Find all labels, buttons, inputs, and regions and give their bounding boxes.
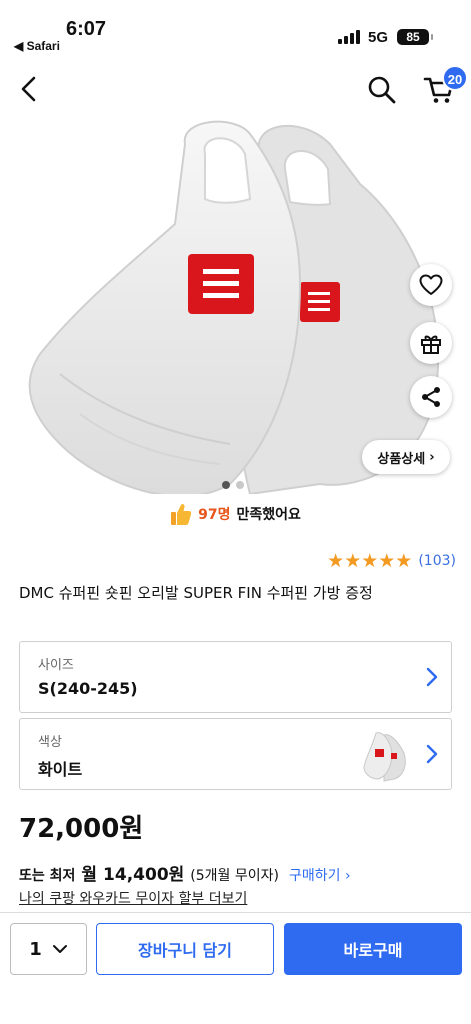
share-button[interactable] xyxy=(410,376,452,418)
back-to-safari-link[interactable]: ◀ Safari xyxy=(14,39,60,53)
color-thumbnail xyxy=(363,732,406,782)
product-price: 72,000원 xyxy=(19,814,144,844)
color-value: 화이트 xyxy=(38,760,83,779)
chevron-right-icon xyxy=(426,744,438,764)
chevron-down-icon xyxy=(52,945,67,953)
heart-icon xyxy=(419,274,443,295)
installment-prefix: 또는 최저 xyxy=(19,868,76,884)
quantity-value: 1 xyxy=(29,938,42,960)
wishlist-heart-button[interactable] xyxy=(410,264,452,306)
gift-icon xyxy=(421,335,441,354)
buy-now-button[interactable]: 바로구매 xyxy=(284,923,462,975)
product-rating[interactable]: ★★★★★ (103) xyxy=(327,551,456,571)
gift-button[interactable] xyxy=(410,322,452,364)
quantity-select[interactable]: 1 xyxy=(10,923,87,975)
battery-icon: 85 xyxy=(397,29,433,45)
installment-info: 또는 최저 월 14,400원 (5개월 무이자) 구매하기 › xyxy=(19,860,351,885)
chevron-right-icon xyxy=(426,667,438,687)
review-count-link[interactable]: (103) xyxy=(418,553,456,569)
satisfied-count: 97명 xyxy=(198,507,231,523)
product-detail-label: 상품상세 xyxy=(377,451,426,467)
installment-amount: 14,400원 xyxy=(103,865,185,885)
search-icon[interactable] xyxy=(366,74,398,106)
size-option-selector[interactable]: 사이즈 S(240-245) xyxy=(19,641,452,713)
divider xyxy=(0,912,471,913)
rating-stars-icon: ★★★★★ xyxy=(327,550,413,572)
share-icon xyxy=(422,387,440,407)
installment-terms: (5개월 무이자) xyxy=(190,868,279,884)
installment-month: 월 xyxy=(81,865,98,885)
color-option-selector[interactable]: 색상 화이트 xyxy=(19,718,452,790)
carousel-indicator xyxy=(222,481,244,489)
status-bar: 6:07 ◀ Safari 5G 85 xyxy=(0,0,471,60)
product-title: DMC 슈퍼핀 숏핀 오리발 SUPER FIN 수퍼핀 가방 증정 xyxy=(19,584,373,602)
signal-icon xyxy=(338,30,360,44)
thumbs-up-icon xyxy=(171,503,192,525)
carousel-dot xyxy=(222,481,230,489)
status-time: 6:07 xyxy=(66,18,107,40)
wow-card-more-link[interactable]: 나의 쿠팡 와우카드 무이자 할부 더보기 xyxy=(19,888,247,908)
color-label: 색상 xyxy=(38,735,62,750)
size-value: S(240-245) xyxy=(38,679,138,698)
add-to-cart-button[interactable]: 장바구니 담기 xyxy=(96,923,274,975)
chevron-right-icon: › xyxy=(429,449,435,465)
satisfied-text: 만족했어요 xyxy=(236,507,301,523)
size-label: 사이즈 xyxy=(38,658,74,673)
network-type: 5G xyxy=(368,29,389,46)
back-arrow-icon[interactable] xyxy=(16,74,44,104)
cart-count-badge: 20 xyxy=(442,65,468,91)
satisfaction-banner: 97명 만족했어요 xyxy=(0,502,471,526)
product-image-carousel[interactable] xyxy=(0,114,471,494)
carousel-dot xyxy=(236,481,244,489)
installment-buy-link[interactable]: 구매하기 › xyxy=(289,865,351,885)
product-detail-button[interactable]: 상품상세 › xyxy=(362,440,450,474)
product-image xyxy=(0,114,471,494)
